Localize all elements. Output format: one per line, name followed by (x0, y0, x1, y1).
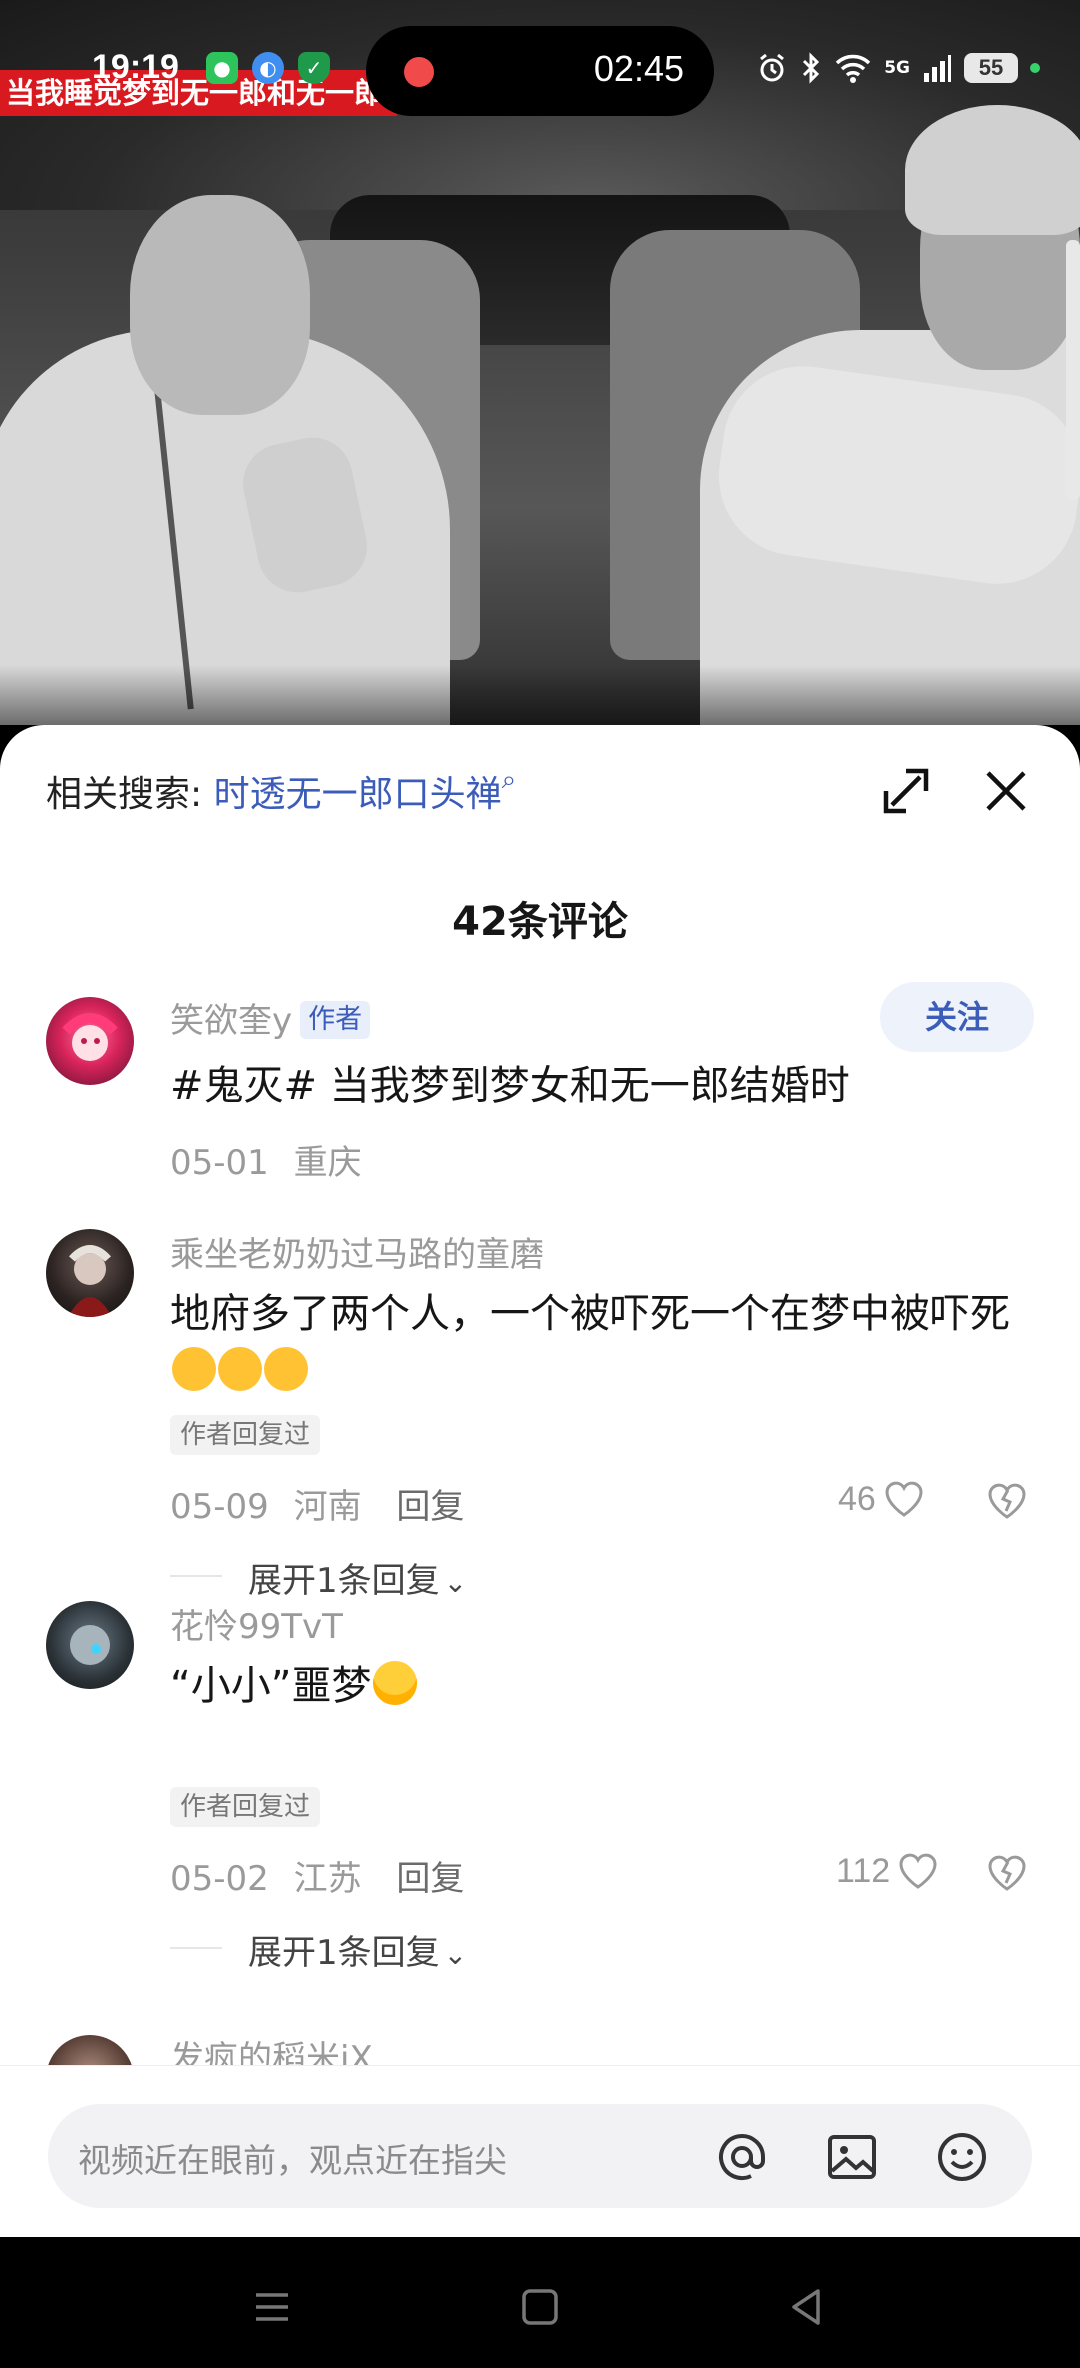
chevron-down-icon: ⌄ (443, 1566, 468, 1599)
comment-location: 江苏 (293, 1859, 362, 1899)
wifi-icon (835, 54, 871, 83)
signal-icon (924, 55, 951, 82)
comment-username[interactable]: 乘坐老奶奶过马路的童磨 (170, 1227, 544, 1276)
dislike-icon[interactable] (985, 1851, 1029, 1895)
video-frame-person-head (130, 195, 310, 415)
home-icon[interactable] (510, 2277, 570, 2337)
avatar[interactable] (46, 1229, 134, 1317)
comment-input-placeholder: 视频近在眼前，观点近在指尖 (78, 2141, 507, 2180)
divider (170, 1575, 222, 1577)
divider (170, 1947, 222, 1949)
comment-text[interactable]: “小小”噩梦 (170, 1657, 1036, 1715)
follow-button[interactable]: 关注 (880, 982, 1034, 1052)
comment-date: 05-09 (170, 1487, 269, 1527)
image-icon[interactable] (824, 2129, 880, 2185)
comment-date: 05-01 (170, 1143, 269, 1183)
video-frame-shade (0, 665, 1080, 725)
emoji-icon[interactable] (934, 2129, 990, 2185)
heart-icon (885, 1481, 923, 1517)
close-icon[interactable] (978, 763, 1034, 819)
like-count: 112 (836, 1851, 891, 1890)
comment-text[interactable]: #鬼灭# 当我梦到梦女和无一郎结婚时 (170, 1057, 1036, 1115)
system-nav-bar (0, 2237, 1080, 2368)
battery-level: 55 (964, 53, 1018, 83)
comment-sheet: 相关搜索: 时透无一郎口头禅⌕ 42条评论 笑欲奎y 作者 #鬼灭# 当我梦到梦女… (0, 725, 1080, 2237)
author-replied-badge: 作者回复过 (170, 1787, 321, 1827)
browser-icon: ◐ (252, 52, 284, 84)
related-search-label: 相关搜索: (46, 774, 203, 815)
privacy-dot-icon (1030, 63, 1040, 73)
expand-replies-button[interactable]: 展开1条回复 ⌄ (248, 1553, 467, 1602)
expand-replies-button[interactable]: 展开1条回复 ⌄ (248, 1925, 467, 1974)
chevron-down-icon: ⌄ (443, 1938, 468, 1971)
comment-input[interactable]: 视频近在眼前，观点近在指尖 (48, 2104, 1032, 2208)
fullscreen-icon[interactable] (878, 763, 934, 819)
shield-icon: ✓ (298, 52, 330, 84)
status-bar: 19:19 ● ◐ ✓ 02:45 5G 55 (0, 0, 1080, 140)
related-search-link[interactable]: 时透无一郎口头禅 (214, 774, 502, 815)
status-icons: 5G 55 (756, 48, 1040, 88)
status-time: 19:19 (92, 48, 179, 86)
related-search: 相关搜索: 时透无一郎口头禅⌕ (46, 765, 516, 817)
back-icon[interactable] (776, 2277, 836, 2337)
comment-date: 05-02 (170, 1859, 269, 1899)
like-button[interactable]: 46 (838, 1477, 926, 1521)
comment-location: 河南 (293, 1487, 362, 1527)
author-replied-badge: 作者回复过 (170, 1415, 321, 1455)
reply-button[interactable]: 回复 (396, 1487, 464, 1527)
alarm-icon (760, 53, 785, 82)
comment-meta: 05-09 河南 回复 (170, 1479, 464, 1528)
wechat-icon: ● (206, 52, 238, 84)
comment-meta: 05-01 重庆 (170, 1135, 362, 1184)
video-frame-detail (1066, 240, 1080, 500)
network-type: 5G (884, 58, 910, 78)
like-count: 46 (838, 1479, 876, 1518)
thumbs-up-icon (218, 1347, 262, 1391)
search-icon: ⌕ (501, 765, 517, 795)
comment-input-bar: 视频近在眼前，观点近在指尖 (0, 2065, 1080, 2237)
heart-icon (899, 1853, 937, 1889)
comment-text[interactable]: 地府多了两个人，一个被吓死一个在梦中被吓死 (170, 1285, 1036, 1401)
screen: 当我睡觉梦到无一郎和无一郎 19:19 ● ◐ ✓ 02:45 5G 55 相关… (0, 0, 1080, 2368)
recording-time: 02:45 (593, 48, 684, 89)
record-dot-icon (404, 57, 434, 87)
recording-indicator[interactable]: 02:45 (366, 26, 714, 116)
thumbs-up-icon (264, 1347, 308, 1391)
comment-meta: 05-02 江苏 回复 (170, 1851, 464, 1900)
author-badge: 作者 (300, 1001, 371, 1039)
comment-count-title: 42条评论 (452, 899, 628, 945)
avatar[interactable] (46, 997, 134, 1085)
bluetooth-icon (803, 52, 820, 84)
thumbs-up-icon (172, 1347, 216, 1391)
avatar[interactable] (46, 1601, 134, 1689)
like-button[interactable]: 112 (836, 1849, 940, 1893)
comment-location: 重庆 (293, 1143, 362, 1183)
reply-button[interactable]: 回复 (396, 1859, 464, 1899)
comment-username[interactable]: 笑欲奎y 作者 (170, 993, 371, 1042)
grin-emoji-icon (373, 1661, 418, 1705)
dislike-icon[interactable] (985, 1479, 1029, 1523)
menu-icon[interactable] (242, 2277, 302, 2337)
mention-icon[interactable] (714, 2129, 770, 2185)
comment-username[interactable]: 花怜99TvT (170, 1599, 343, 1648)
